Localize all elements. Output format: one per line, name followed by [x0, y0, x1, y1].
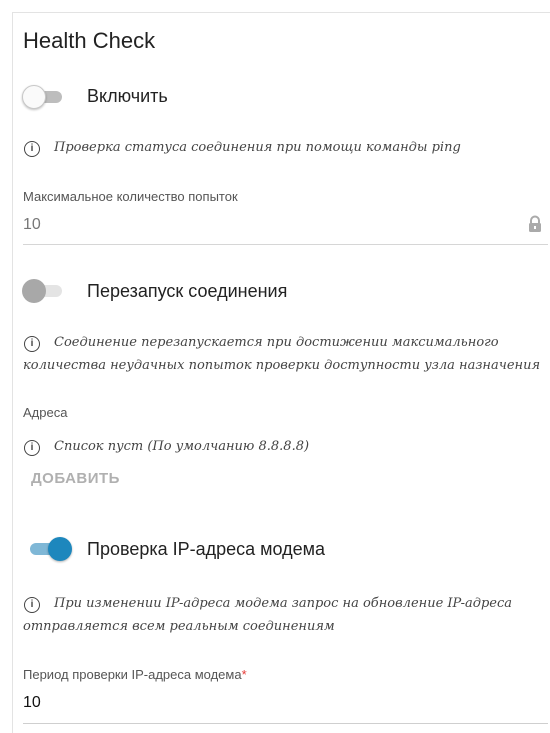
max-attempts-label: Максимальное количество попыток [23, 189, 238, 204]
check-period-input[interactable]: 10 [23, 694, 41, 712]
toggle-thumb [22, 279, 46, 303]
enable-toggle[interactable] [22, 85, 66, 109]
addresses-label: Адреса [23, 405, 68, 420]
add-address-button[interactable]: ДОБАВИТЬ [31, 470, 120, 487]
info-icon: i [24, 336, 40, 352]
modem-ip-check-toggle[interactable] [26, 537, 72, 561]
restart-label: Перезапуск соединения [87, 281, 288, 301]
restart-info-line2: количества неудачных попыток проверки до… [23, 358, 541, 373]
restart-info-line1: Соединение перезапускается при достижени… [54, 335, 499, 350]
toggle-thumb [22, 85, 46, 109]
modem-info-line1: При изменении IP-адреса модема запрос на… [54, 596, 512, 611]
info-icon: i [24, 440, 40, 456]
max-attempts-underline [23, 244, 548, 245]
modem-ip-check-label: Проверка IP-адреса модема [87, 539, 326, 559]
restart-toggle[interactable] [22, 279, 66, 303]
ping-info-text: Проверка статуса соединения при помощи к… [54, 140, 461, 155]
max-attempts-input[interactable]: 10 [23, 216, 41, 234]
check-period-underline [23, 723, 548, 724]
toggle-thumb [48, 537, 72, 561]
info-icon: i [24, 597, 40, 613]
required-mark: * [241, 667, 247, 682]
lock-icon [529, 215, 541, 232]
section-title: Health Check [23, 28, 156, 53]
check-period-label-text: Период проверки IP-адреса модема [23, 667, 242, 682]
addresses-empty-info: Список пуст (По умолчанию 8.8.8.8) [54, 439, 310, 454]
check-period-label: Период проверки IP-адреса модема* [23, 667, 247, 682]
enable-label: Включить [87, 86, 168, 106]
info-icon: i [24, 141, 40, 157]
modem-info-line2: отправляется всем реальным соединениям [23, 619, 335, 634]
